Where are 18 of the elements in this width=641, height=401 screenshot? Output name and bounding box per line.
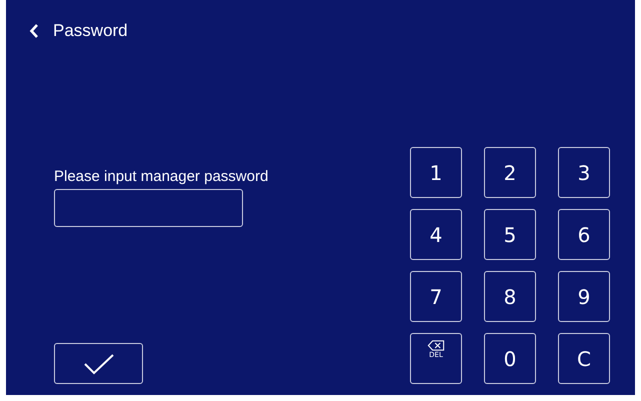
- keypad-key[interactable]: C: [558, 333, 610, 384]
- page-title: Password: [53, 21, 128, 41]
- back-icon[interactable]: [29, 23, 39, 39]
- keypad-key[interactable]: 2: [484, 147, 536, 198]
- checkmark-icon: [82, 352, 116, 374]
- keypad-key[interactable]: 8: [484, 271, 536, 322]
- keypad-key[interactable]: 1: [410, 147, 462, 198]
- backspace-icon: [427, 340, 445, 351]
- keypad-key[interactable]: 5: [484, 209, 536, 260]
- prompt-label: Please input manager password: [54, 168, 270, 185]
- keypad-key[interactable]: 7: [410, 271, 462, 322]
- keypad-key[interactable]: 0: [484, 333, 536, 384]
- keypad-key[interactable]: 4: [410, 209, 462, 260]
- keypad-key[interactable]: 6: [558, 209, 610, 260]
- confirm-button[interactable]: [54, 343, 143, 384]
- password-field[interactable]: [54, 189, 243, 227]
- keypad-key[interactable]: 9: [558, 271, 610, 322]
- keypad-key[interactable]: 3: [558, 147, 610, 198]
